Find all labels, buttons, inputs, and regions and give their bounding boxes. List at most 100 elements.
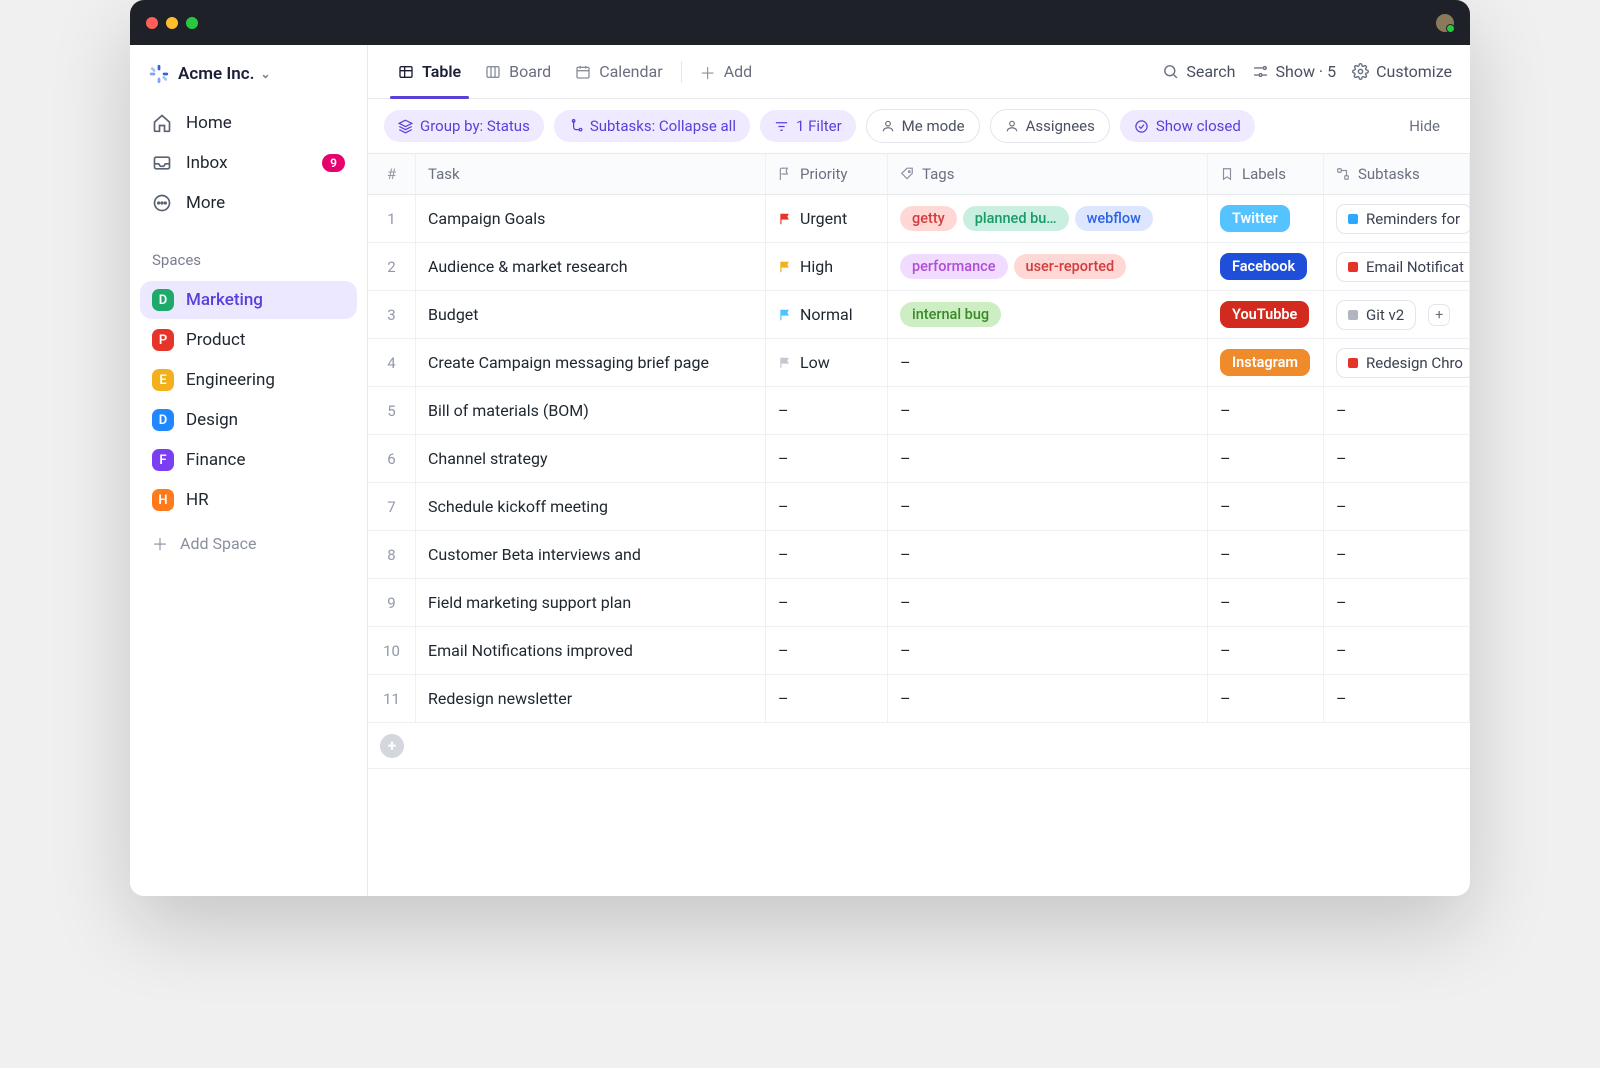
tag-chip[interactable]: performance: [900, 254, 1008, 279]
tags-cell[interactable]: internal bug: [888, 291, 1208, 338]
priority-cell[interactable]: High: [766, 243, 888, 290]
tags-cell[interactable]: –: [888, 531, 1208, 578]
subtasks-pill[interactable]: Subtasks: Collapse all: [554, 110, 750, 142]
subtask-chip[interactable]: Reminders for: [1336, 204, 1470, 234]
priority-cell[interactable]: –: [766, 627, 888, 674]
subtasks-cell[interactable]: Email Notificat: [1324, 243, 1470, 290]
table-row[interactable]: 7Schedule kickoff meeting––––: [368, 483, 1470, 531]
col-priority[interactable]: Priority: [766, 154, 888, 194]
table-row[interactable]: 3BudgetNormalinternal bugYouTubbeGit v2+: [368, 291, 1470, 339]
workspace-switcher[interactable]: Acme Inc. ⌄: [130, 45, 367, 99]
col-subtasks[interactable]: Subtasks: [1324, 154, 1470, 194]
group-by-pill[interactable]: Group by: Status: [384, 110, 544, 142]
priority-cell[interactable]: –: [766, 435, 888, 482]
col-tags[interactable]: Tags: [888, 154, 1208, 194]
col-labels[interactable]: Labels: [1208, 154, 1324, 194]
customize-button[interactable]: Customize: [1352, 62, 1452, 81]
label-chip[interactable]: Facebook: [1220, 253, 1307, 280]
space-item-hr[interactable]: HHR: [140, 481, 357, 519]
add-view-button[interactable]: ＋ Add: [688, 45, 765, 98]
tag-chip[interactable]: internal bug: [900, 302, 1001, 327]
task-title-cell[interactable]: Bill of materials (BOM): [416, 387, 766, 434]
add-task-button[interactable]: +: [380, 734, 404, 758]
table-row[interactable]: 6Channel strategy––––: [368, 435, 1470, 483]
me-mode-pill[interactable]: Me mode: [866, 109, 980, 143]
space-item-marketing[interactable]: DMarketing: [140, 281, 357, 319]
task-title-cell[interactable]: Field marketing support plan: [416, 579, 766, 626]
table-row[interactable]: 4Create Campaign messaging brief pageLow…: [368, 339, 1470, 387]
priority-cell[interactable]: Normal: [766, 291, 888, 338]
user-avatar[interactable]: [1436, 14, 1454, 32]
subtasks-cell[interactable]: –: [1324, 387, 1470, 434]
priority-cell[interactable]: Urgent: [766, 195, 888, 242]
table-row[interactable]: 11Redesign newsletter––––: [368, 675, 1470, 723]
task-title-cell[interactable]: Customer Beta interviews and: [416, 531, 766, 578]
tag-chip[interactable]: planned bu…: [963, 206, 1069, 231]
tags-cell[interactable]: –: [888, 675, 1208, 722]
nav-item-inbox[interactable]: Inbox9: [140, 143, 357, 183]
space-item-finance[interactable]: FFinance: [140, 441, 357, 479]
priority-cell[interactable]: –: [766, 579, 888, 626]
maximize-window[interactable]: [186, 17, 198, 29]
labels-cell[interactable]: Facebook: [1208, 243, 1324, 290]
table-row[interactable]: 5Bill of materials (BOM)––––: [368, 387, 1470, 435]
tags-cell[interactable]: –: [888, 387, 1208, 434]
labels-cell[interactable]: Twitter: [1208, 195, 1324, 242]
label-chip[interactable]: YouTubbe: [1220, 301, 1309, 328]
add-subtask-button[interactable]: +: [1428, 304, 1450, 326]
tags-cell[interactable]: –: [888, 579, 1208, 626]
tags-cell[interactable]: gettyplanned bu…webflow: [888, 195, 1208, 242]
priority-cell[interactable]: –: [766, 483, 888, 530]
subtasks-cell[interactable]: –: [1324, 627, 1470, 674]
tags-cell[interactable]: –: [888, 339, 1208, 386]
task-title-cell[interactable]: Audience & market research: [416, 243, 766, 290]
tags-cell[interactable]: performanceuser-reported: [888, 243, 1208, 290]
search-button[interactable]: Search: [1162, 62, 1235, 81]
table-row[interactable]: 10Email Notifications improved––––: [368, 627, 1470, 675]
tab-table[interactable]: Table: [386, 45, 473, 98]
labels-cell[interactable]: –: [1208, 483, 1324, 530]
task-title-cell[interactable]: Budget: [416, 291, 766, 338]
labels-cell[interactable]: –: [1208, 387, 1324, 434]
priority-cell[interactable]: –: [766, 675, 888, 722]
subtask-chip[interactable]: Redesign Chro: [1336, 348, 1470, 378]
tags-cell[interactable]: –: [888, 483, 1208, 530]
tag-chip[interactable]: webflow: [1075, 206, 1153, 231]
tab-board[interactable]: Board: [473, 45, 563, 98]
task-title-cell[interactable]: Create Campaign messaging brief page: [416, 339, 766, 386]
subtask-chip[interactable]: Email Notificat: [1336, 252, 1470, 282]
nav-item-home[interactable]: Home: [140, 103, 357, 143]
add-space-button[interactable]: ＋ Add Space: [130, 521, 367, 565]
labels-cell[interactable]: –: [1208, 579, 1324, 626]
tag-chip[interactable]: getty: [900, 206, 957, 231]
subtasks-cell[interactable]: –: [1324, 675, 1470, 722]
show-closed-pill[interactable]: Show closed: [1120, 110, 1255, 142]
priority-cell[interactable]: –: [766, 531, 888, 578]
task-title-cell[interactable]: Channel strategy: [416, 435, 766, 482]
space-item-engineering[interactable]: EEngineering: [140, 361, 357, 399]
hide-button[interactable]: Hide: [1395, 110, 1454, 142]
labels-cell[interactable]: –: [1208, 531, 1324, 578]
assignees-pill[interactable]: Assignees: [990, 109, 1110, 143]
task-title-cell[interactable]: Email Notifications improved: [416, 627, 766, 674]
tag-chip[interactable]: user-reported: [1014, 254, 1127, 279]
priority-cell[interactable]: –: [766, 387, 888, 434]
tab-calendar[interactable]: Calendar: [563, 45, 674, 98]
close-window[interactable]: [146, 17, 158, 29]
task-title-cell[interactable]: Redesign newsletter: [416, 675, 766, 722]
label-chip[interactable]: Instagram: [1220, 349, 1310, 376]
tags-cell[interactable]: –: [888, 627, 1208, 674]
table-row[interactable]: 8Customer Beta interviews and––––: [368, 531, 1470, 579]
show-button[interactable]: Show · 5: [1252, 62, 1337, 81]
table-row[interactable]: 1Campaign GoalsUrgentgettyplanned bu…web…: [368, 195, 1470, 243]
nav-item-more[interactable]: More: [140, 183, 357, 223]
task-title-cell[interactable]: Campaign Goals: [416, 195, 766, 242]
tags-cell[interactable]: –: [888, 435, 1208, 482]
subtasks-cell[interactable]: Redesign Chro: [1324, 339, 1470, 386]
minimize-window[interactable]: [166, 17, 178, 29]
subtask-chip[interactable]: Git v2: [1336, 300, 1416, 330]
filter-pill[interactable]: 1 Filter: [760, 110, 856, 142]
subtasks-cell[interactable]: –: [1324, 579, 1470, 626]
subtasks-cell[interactable]: –: [1324, 483, 1470, 530]
labels-cell[interactable]: –: [1208, 675, 1324, 722]
